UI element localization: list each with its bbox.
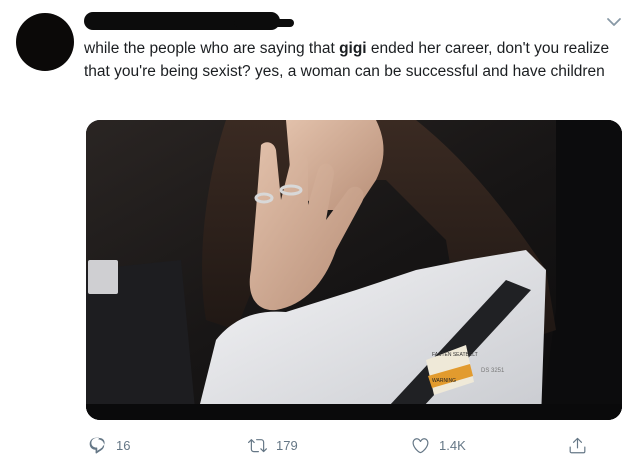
tweet-text-bold[interactable]: gigi: [339, 40, 367, 57]
tweet: while the people who are saying that gig…: [0, 0, 640, 467]
reply-icon: [89, 437, 105, 453]
like-count: 1.4K: [439, 437, 466, 453]
retweet-count: 179: [276, 437, 298, 453]
like-button[interactable]: 1.4K: [411, 430, 466, 460]
avatar[interactable]: [16, 13, 74, 71]
action-bar: 16 179 1.4K: [0, 430, 640, 460]
retweet-button[interactable]: 179: [248, 430, 298, 460]
tag-text: DS 3251: [481, 368, 505, 374]
tweet-photo[interactable]: FASTEN SEATBELT WARNING DS 3251: [86, 120, 622, 420]
heart-icon: [412, 437, 429, 453]
warning-text: WARNING: [432, 378, 456, 384]
photo-illustration: FASTEN SEATBELT WARNING DS 3251: [86, 120, 622, 420]
reply-count: 16: [116, 437, 131, 453]
share-icon: [569, 437, 586, 453]
retweet-icon: [248, 438, 267, 452]
share-button[interactable]: [568, 430, 596, 460]
tweet-text: while the people who are saying that gig…: [84, 38, 629, 83]
chevron-down-icon[interactable]: [606, 16, 622, 28]
sticker-text: FASTEN SEATBELT: [432, 352, 478, 358]
tweet-text-start: while the people who are saying that: [84, 40, 340, 57]
reply-button[interactable]: 16: [88, 430, 130, 460]
redacted-username: [84, 12, 294, 30]
